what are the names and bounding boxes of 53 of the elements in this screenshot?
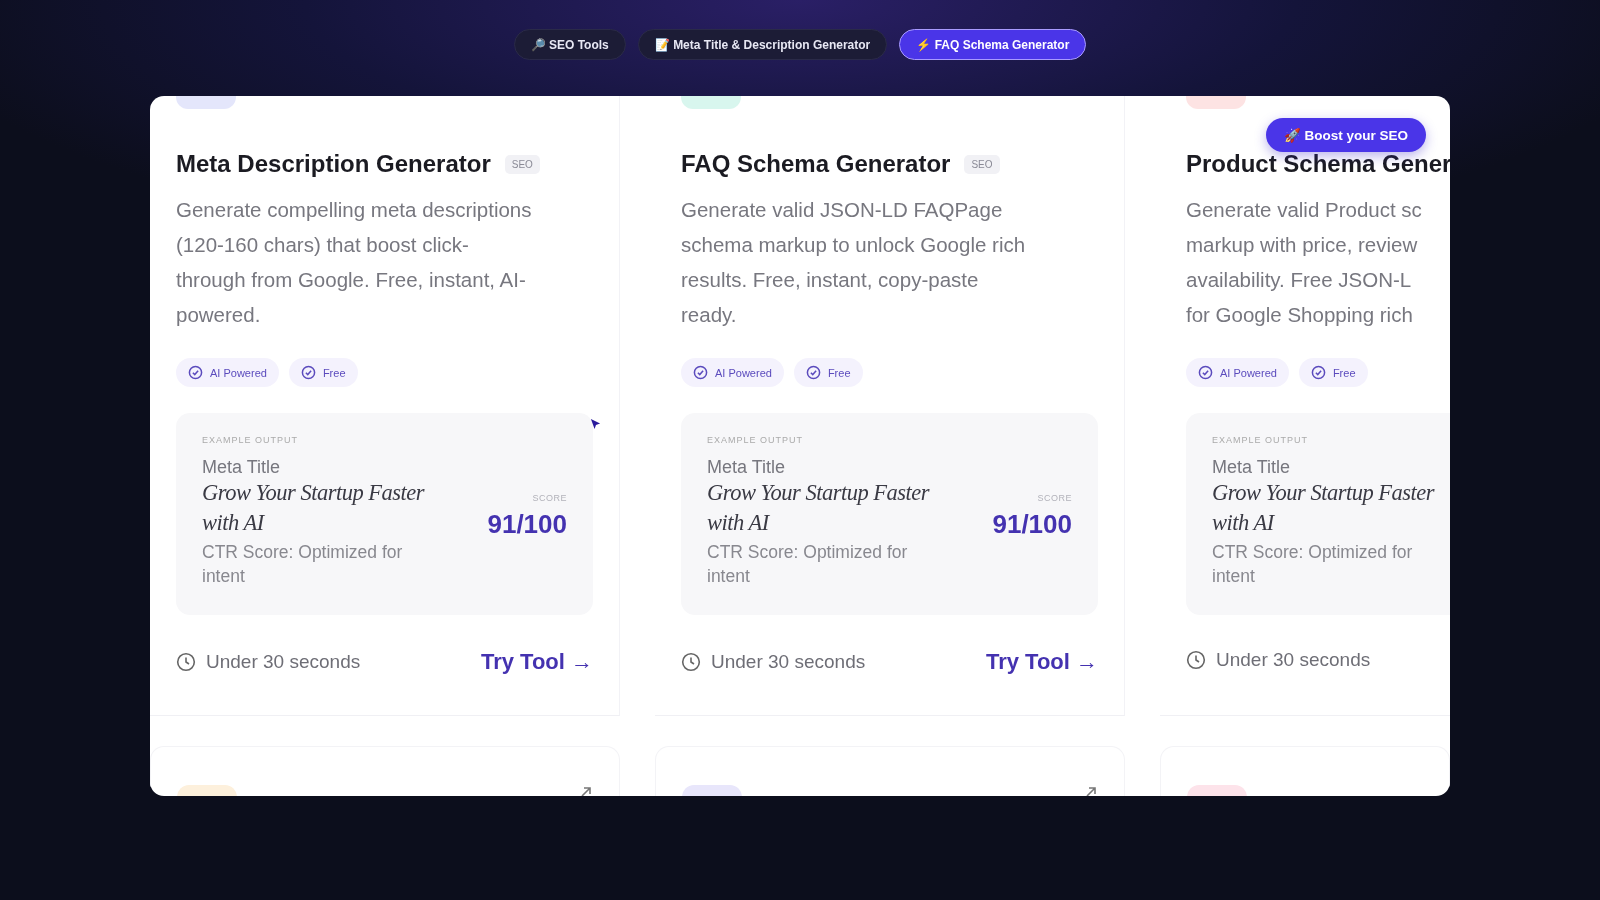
boost-seo-button[interactable]: 🚀 Boost your SEO (1265, 118, 1426, 152)
tool-card[interactable] (655, 96, 1125, 716)
card-title: Meta Description Generator (176, 150, 491, 178)
cursor-icon (590, 418, 601, 431)
chip-label: Free (1332, 366, 1356, 379)
nav-tab[interactable]: 📝 Meta Title & Description Generator (637, 29, 888, 60)
tool-card[interactable] (1160, 96, 1450, 716)
clock-icon (681, 652, 701, 672)
chip-label: Free (827, 366, 851, 379)
clock-icon (1186, 650, 1206, 670)
check-circle-icon (300, 365, 316, 380)
chip-label: AI Powered (715, 366, 772, 379)
field-label: Meta Title (1212, 457, 1292, 478)
check-circle-icon (1310, 365, 1326, 380)
external-arrow-icon[interactable] (579, 785, 593, 796)
example-label: EXAMPLE OUTPUT (202, 435, 299, 445)
category-tag: SEO (504, 154, 540, 174)
duration-text: Under 30 seconds (206, 651, 361, 673)
tool-card[interactable] (150, 96, 620, 716)
example-label: EXAMPLE OUTPUT (1212, 435, 1309, 445)
card-description: Generate valid JSON-LD FAQPage schema markup to unlock Google rich results. Free, instant, copy-paste ready. (681, 197, 1027, 328)
nav-tab[interactable]: 🔎 SEO Tools (513, 29, 626, 60)
example-headline: Grow Your Startup Faster with AI (707, 479, 929, 537)
try-tool-link[interactable]: Try Tool → (985, 649, 1098, 675)
score-value: 91/100 (992, 508, 1072, 540)
external-arrow-icon[interactable] (1084, 785, 1098, 796)
field-label: Meta Title (202, 457, 282, 478)
duration-text: Under 30 seconds (711, 651, 866, 673)
check-circle-icon (805, 365, 821, 380)
ctr-note: CTR Score: Optimized for intent (1212, 541, 1414, 588)
chip-label: AI Powered (210, 366, 267, 379)
score-value: 91/100 (487, 508, 567, 540)
duration-text: Under 30 seconds (1216, 649, 1371, 671)
ctr-note: CTR Score: Optimized for intent (202, 541, 404, 588)
check-circle-icon (1198, 365, 1213, 380)
check-circle-icon (693, 365, 708, 380)
card-description: Generate valid Product sc markup with price, review availability. Free JSON-L for Google Shopping rich (1186, 197, 1423, 328)
chip-label: Free (322, 366, 346, 379)
example-headline: Grow Your Startup Faster with AI (1212, 479, 1434, 537)
check-circle-icon (188, 365, 203, 380)
nav-tab[interactable]: ⚡ FAQ Schema Generator (899, 29, 1087, 60)
card-title: FAQ Schema Generator (681, 150, 951, 178)
chip-label: AI Powered (1220, 366, 1277, 379)
clock-icon (176, 652, 196, 672)
field-label: Meta Title (707, 457, 787, 478)
example-label: EXAMPLE OUTPUT (707, 435, 804, 445)
ctr-note: CTR Score: Optimized for intent (707, 541, 909, 588)
score-label: SCORE (1036, 492, 1072, 503)
card-description: Generate compelling meta descriptions (120-160 chars) that boost click- through from Google. Free, instant, AI- powered. (176, 197, 533, 328)
score-label: SCORE (531, 492, 567, 503)
category-tag: SEO (964, 154, 1000, 174)
try-tool-link[interactable]: Try Tool → (480, 649, 593, 675)
example-headline: Grow Your Startup Faster with AI (202, 479, 424, 537)
